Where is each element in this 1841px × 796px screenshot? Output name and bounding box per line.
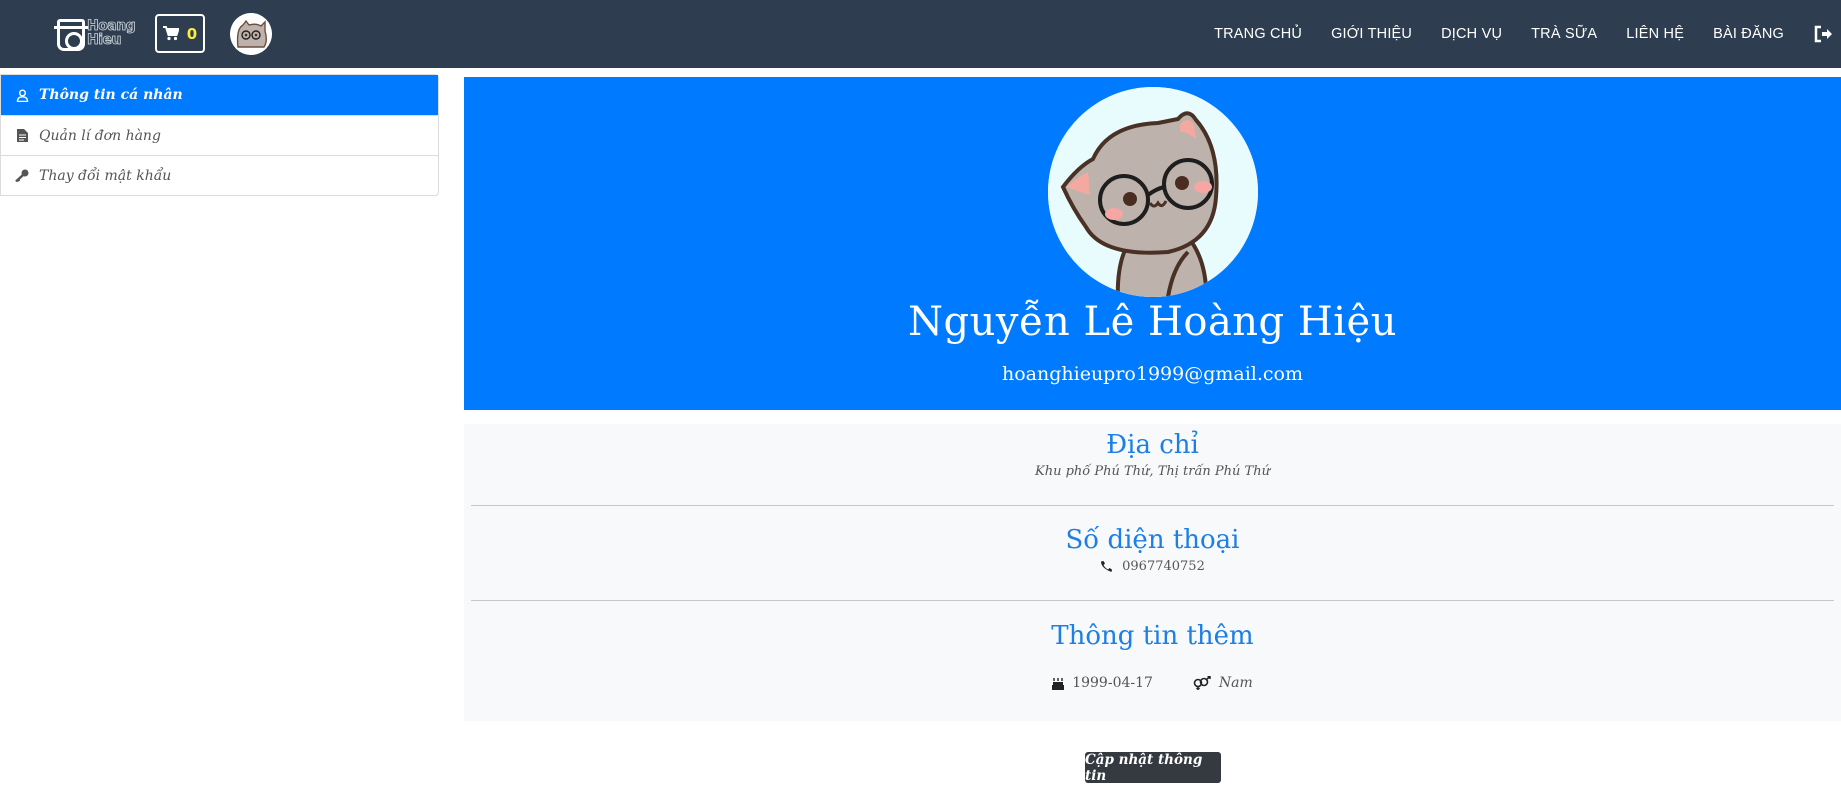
sidebar-item-change-password[interactable]: Thay đổi mật khẩu	[1, 155, 438, 195]
address-text: Khu phố Phú Thứ, Thị trấn Phú Thứ	[1035, 464, 1270, 479]
sidebar-item-orders[interactable]: Quản lí đơn hàng	[1, 115, 438, 155]
profile-avatar	[1048, 87, 1258, 297]
profile-name: Nguyễn Lê Hoàng Hiệu	[907, 299, 1397, 345]
profile-info-panel: Địa chỉ Khu phố Phú Thứ, Thị trấn Phú Th…	[464, 424, 1841, 721]
cat-avatar-icon	[230, 13, 272, 55]
phone-number: 0967740752	[1122, 559, 1205, 574]
brand-logo[interactable]: Hoang Hieu	[54, 17, 137, 53]
nav-link-contact[interactable]: LIÊN HỆ	[1626, 26, 1684, 42]
extra-info-title: Thông tin thêm	[1051, 621, 1254, 651]
divider	[471, 505, 1834, 506]
update-profile-button[interactable]: Cập nhật thông tin	[1085, 752, 1221, 784]
sidebar-item-profile[interactable]: Thông tin cá nhân	[1, 75, 438, 115]
sidebar-item-label: Quản lí đơn hàng	[39, 127, 161, 144]
key-icon	[15, 169, 29, 183]
sidebar-menu: Thông tin cá nhân Quản lí đơn hàng Thay …	[0, 74, 439, 196]
gender-icon	[1193, 676, 1211, 690]
file-icon	[15, 129, 29, 143]
nav-link-services[interactable]: DỊCH VỤ	[1441, 26, 1502, 42]
cup-logo-icon	[54, 19, 88, 51]
cart-button[interactable]: 0	[155, 14, 205, 53]
nav-link-posts[interactable]: BÀI ĐĂNG	[1713, 26, 1784, 42]
gender-value: Nam	[1218, 675, 1253, 691]
address-title: Địa chỉ	[1106, 430, 1199, 460]
phone-section: Số diện thoại 0967740752	[464, 525, 1841, 574]
profile-card: Nguyễn Lê Hoàng Hiệu hoanghieupro1999@gm…	[464, 77, 1841, 410]
logout-icon[interactable]	[1813, 24, 1833, 44]
navbar: Hoang Hieu 0 TRANG CHỦ GIỚI THIỆU DỊCH V…	[0, 0, 1841, 68]
cart-count: 0	[186, 24, 198, 43]
phone-value: 0967740752	[464, 559, 1841, 574]
brand-logo-text: Hoang Hieu	[87, 18, 137, 48]
user-avatar[interactable]	[230, 13, 272, 55]
phone-title: Số diện thoại	[1065, 525, 1240, 555]
shopping-cart-icon	[162, 26, 179, 41]
nav-link-milk-tea[interactable]: TRÀ SỮA	[1531, 26, 1597, 42]
phone-icon	[1101, 561, 1113, 572]
birthday-value: 1999-04-17	[1072, 675, 1153, 691]
nav-link-home[interactable]: TRANG CHỦ	[1214, 26, 1302, 42]
nav-links: TRANG CHỦ GIỚI THIỆU DỊCH VỤ TRÀ SỮA LIÊ…	[1214, 0, 1841, 68]
divider	[471, 600, 1834, 601]
sidebar-item-label: Thay đổi mật khẩu	[39, 167, 172, 184]
profile-email: hoanghieupro1999@gmail.com	[1001, 363, 1304, 385]
address-value: Khu phố Phú Thứ, Thị trấn Phú Thứ	[464, 464, 1841, 479]
gender-item: Nam	[1193, 675, 1253, 691]
birthday-item: 1999-04-17	[1052, 675, 1153, 691]
cat-avatar-icon	[1048, 87, 1258, 297]
nav-link-about[interactable]: GIỚI THIỆU	[1331, 26, 1412, 42]
birthday-cake-icon	[1052, 677, 1065, 690]
extra-info-values: 1999-04-17 Nam	[464, 675, 1841, 691]
sidebar-item-label: Thông tin cá nhân	[39, 87, 183, 103]
extra-info-section: Thông tin thêm 1999-04-17 Nam	[464, 621, 1841, 691]
address-section: Địa chỉ Khu phố Phú Thứ, Thị trấn Phú Th…	[464, 430, 1841, 479]
user-icon	[15, 88, 29, 102]
